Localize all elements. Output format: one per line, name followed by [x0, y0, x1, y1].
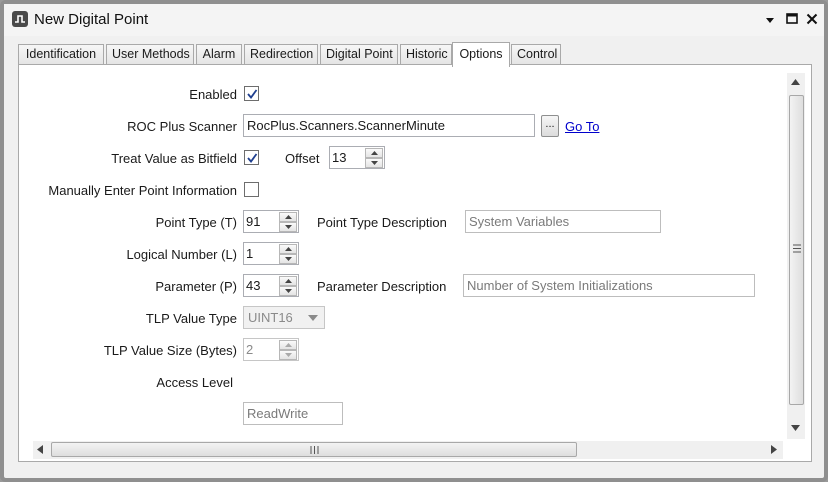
- spin-down-icon[interactable]: [279, 222, 297, 232]
- window-title: New Digital Point: [34, 11, 149, 28]
- close-icon[interactable]: [804, 11, 820, 27]
- maximize-icon[interactable]: [784, 11, 800, 27]
- scroll-down-icon: [791, 425, 800, 431]
- digital-point-window: New Digital Point Identification User Me…: [0, 0, 828, 482]
- parameter-description-label: Parameter Description: [317, 279, 447, 294]
- window-menu-dropdown-icon[interactable]: [762, 11, 778, 27]
- tab-options[interactable]: Options: [452, 42, 510, 67]
- parameter-stepper[interactable]: 43: [243, 274, 299, 297]
- scroll-left-icon: [37, 445, 43, 454]
- tab-alarm[interactable]: Alarm: [196, 44, 242, 66]
- logical-number-label: Logical Number (L): [126, 247, 237, 262]
- tab-user-methods[interactable]: User Methods: [106, 44, 194, 66]
- access-level-field[interactable]: ReadWrite: [243, 402, 343, 425]
- offset-label: Offset: [285, 151, 320, 166]
- vertical-scrollbar[interactable]: [787, 73, 805, 439]
- bitfield-checkbox[interactable]: [244, 150, 259, 165]
- spin-down-icon[interactable]: [279, 254, 297, 264]
- offset-value: 13: [332, 150, 347, 165]
- horizontal-scrollbar[interactable]: [33, 441, 783, 459]
- spin-down-icon[interactable]: [365, 158, 383, 168]
- logical-number-stepper[interactable]: 1: [243, 242, 299, 265]
- tab-identification[interactable]: Identification: [18, 44, 104, 66]
- spin-down-icon[interactable]: [279, 350, 297, 360]
- chevron-down-icon: [308, 315, 318, 321]
- tlp-value-type-select[interactable]: UINT16: [243, 306, 325, 329]
- parameter-label: Parameter (P): [155, 279, 237, 294]
- offset-stepper[interactable]: 13: [329, 146, 385, 169]
- scroll-right-icon: [771, 445, 777, 454]
- manual-entry-label: Manually Enter Point Information: [48, 183, 237, 198]
- roc-scanner-input[interactable]: RocPlus.Scanners.ScannerMinute: [243, 114, 535, 137]
- spin-up-icon[interactable]: [279, 212, 297, 222]
- scroll-up-icon: [791, 79, 800, 85]
- spin-down-icon[interactable]: [279, 286, 297, 296]
- tlp-value-size-label: TLP Value Size (Bytes): [103, 343, 237, 358]
- tab-control[interactable]: Control: [511, 44, 561, 66]
- roc-scanner-label: ROC Plus Scanner: [127, 119, 237, 134]
- enabled-checkbox[interactable]: [244, 86, 259, 101]
- parameter-description-field[interactable]: Number of System Initializations: [463, 274, 755, 297]
- logical-number-value: 1: [246, 246, 254, 261]
- title-bar[interactable]: New Digital Point: [4, 4, 824, 36]
- point-type-label: Point Type (T): [155, 215, 237, 230]
- bitfield-label: Treat Value as Bitfield: [111, 151, 237, 166]
- spin-up-icon[interactable]: [365, 148, 383, 158]
- point-type-stepper[interactable]: 91: [243, 210, 299, 233]
- digital-pulse-icon: [12, 11, 28, 27]
- tlp-value-size-stepper[interactable]: 2: [243, 338, 299, 361]
- spin-up-icon[interactable]: [279, 340, 297, 350]
- point-type-description-label: Point Type Description: [317, 215, 447, 230]
- tlp-value-type-label: TLP Value Type: [145, 311, 237, 326]
- vertical-scroll-thumb[interactable]: [789, 95, 804, 405]
- browse-scanner-button[interactable]: ...: [541, 115, 559, 137]
- point-type-description-field[interactable]: System Variables: [465, 210, 661, 233]
- access-level-label: Access Level: [156, 375, 233, 390]
- manual-entry-checkbox[interactable]: [244, 182, 259, 197]
- tab-historic[interactable]: Historic: [400, 44, 452, 66]
- tab-redirection[interactable]: Redirection: [244, 44, 318, 66]
- options-panel: Enabled ROC Plus Scanner RocPlus.Scanner…: [18, 64, 812, 462]
- parameter-value: 43: [246, 278, 261, 293]
- go-to-link[interactable]: Go To: [565, 119, 599, 134]
- tab-digital-point[interactable]: Digital Point: [320, 44, 398, 66]
- enabled-label: Enabled: [189, 87, 237, 102]
- horizontal-scroll-thumb[interactable]: [51, 442, 577, 457]
- spin-up-icon[interactable]: [279, 276, 297, 286]
- spin-up-icon[interactable]: [279, 244, 297, 254]
- point-type-value: 91: [246, 214, 261, 229]
- tlp-value-type-value: UINT16: [248, 310, 293, 325]
- tlp-value-size-value: 2: [246, 342, 254, 357]
